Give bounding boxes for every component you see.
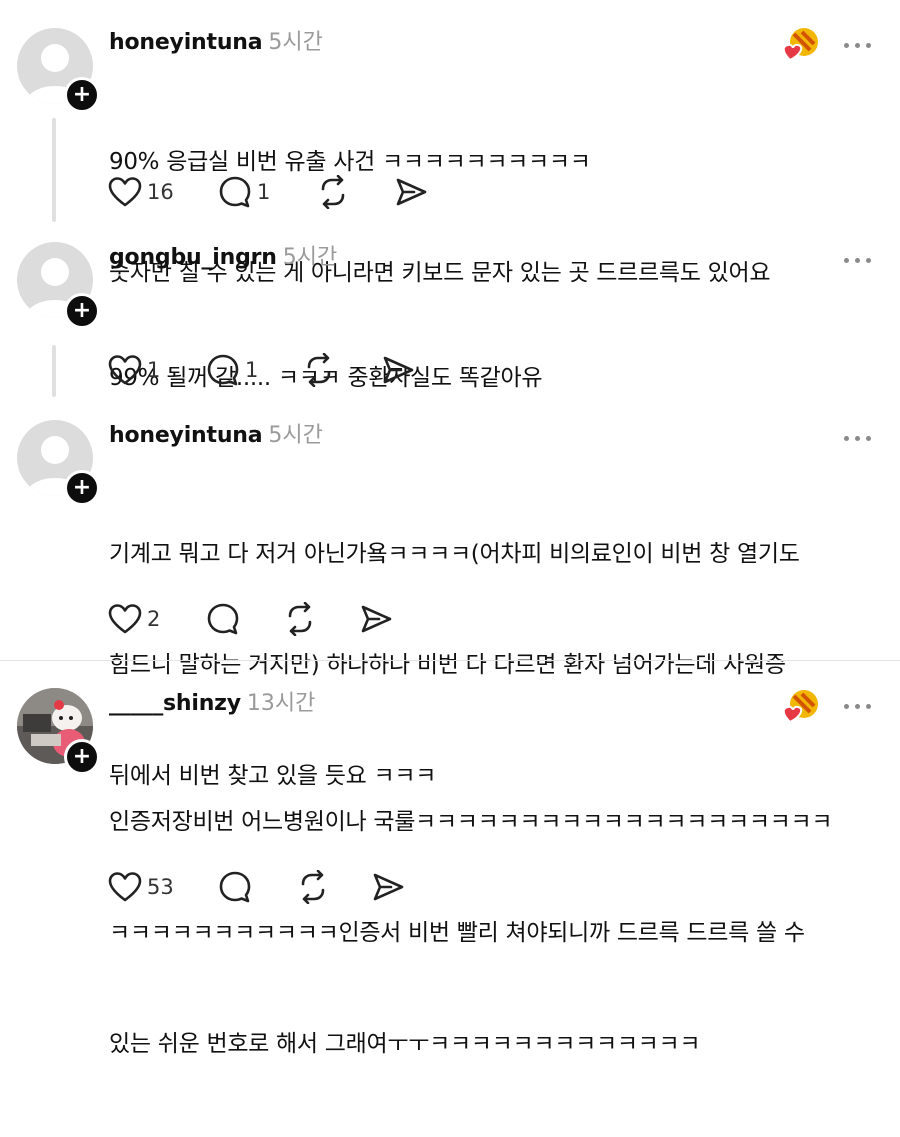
post-header: _____shinzy 13시간 — [109, 689, 315, 719]
share-button[interactable] — [394, 174, 428, 210]
like-button[interactable]: 1 — [108, 352, 160, 388]
post-1: + honeyintuna 5시간 90% 응급실 비번 유출 사건 ㅋㅋㅋㅋㅋㅋ… — [0, 0, 900, 286]
post-header: honeyintuna 5시간 — [109, 28, 323, 58]
more-options-button[interactable] — [844, 701, 872, 711]
comment-bubble-icon — [207, 354, 239, 386]
comment-bubble-icon — [219, 871, 251, 903]
send-icon — [373, 873, 404, 901]
heart-badge-icon — [782, 690, 818, 724]
timestamp: 13시간 — [246, 691, 316, 716]
heart-badge-icon — [782, 28, 818, 62]
plus-icon: + — [72, 298, 92, 323]
timestamp: 5시간 — [268, 423, 323, 448]
post-actions: 1 1 — [108, 352, 468, 388]
repost-icon — [307, 353, 331, 387]
more-options-button[interactable] — [844, 40, 872, 50]
send-icon — [396, 178, 427, 206]
reply-count: 1 — [257, 180, 271, 204]
plus-icon: + — [72, 475, 92, 500]
repost-icon — [288, 602, 312, 636]
post-header: gongbu_ingrn 5시간 — [109, 243, 337, 273]
more-options-button[interactable] — [844, 433, 872, 443]
repost-icon — [321, 175, 345, 209]
post-actions: 53 — [108, 869, 468, 905]
thread-line — [52, 118, 56, 222]
like-button[interactable]: 16 — [108, 174, 174, 210]
repost-button[interactable] — [296, 869, 330, 905]
comment-bubble-icon — [207, 603, 239, 635]
reply-button[interactable] — [218, 869, 257, 905]
repost-button[interactable] — [316, 174, 350, 210]
heart-icon — [108, 355, 142, 385]
heart-icon — [108, 872, 142, 902]
post-actions: 2 — [108, 601, 468, 637]
like-count: 2 — [147, 607, 161, 631]
body-line: 기계고 뭐고 다 저거 아닌가욬ㅋㅋㅋㅋ(어차피 비의료인이 비번 창 열기도 — [109, 541, 800, 567]
repost-icon — [301, 870, 325, 904]
send-icon — [383, 356, 414, 384]
comment-bubble-icon — [219, 176, 251, 208]
timestamp: 5시간 — [282, 245, 338, 270]
username[interactable]: honeyintuna — [109, 30, 263, 55]
username[interactable]: _____shinzy — [109, 691, 241, 716]
post-3: + honeyintuna 5시간 기계고 뭐고 다 저거 아닌가욬ㅋㅋㅋㅋ(어차… — [0, 414, 900, 789]
post-actions: 16 1 — [108, 174, 468, 210]
plus-icon: + — [72, 82, 92, 107]
plus-icon: + — [72, 744, 92, 769]
thread-line — [52, 345, 56, 397]
heart-icon — [108, 604, 142, 634]
share-button[interactable] — [381, 352, 415, 388]
username[interactable]: gongbu_ingrn — [109, 245, 277, 270]
reply-button[interactable]: 1 — [206, 352, 258, 388]
body-line: 있는 쉬운 번호로 해서 그래여ㅜㅜㅋㅋㅋㅋㅋㅋㅋㅋㅋㅋㅋㅋㅋ — [109, 1031, 701, 1057]
post-2: + gongbu_ingrn 5시간 99% 될꺼 같..... ㅋㅋㅋ 중환자실… — [0, 236, 900, 414]
username[interactable]: honeyintuna — [109, 423, 263, 448]
body-line: 인증저장비번 어느병원이나 국룰ㅋㅋㅋㅋㅋㅋㅋㅋㅋㅋㅋㅋㅋㅋㅋㅋㅋㅋㅋㅋ — [109, 809, 833, 835]
follow-button[interactable]: + — [64, 293, 100, 329]
like-count: 16 — [147, 180, 174, 204]
post-4: + _____shinzy 13시간 인증저장비번 어느병원이나 국룰ㅋㅋㅋㅋㅋㅋ… — [0, 661, 900, 1057]
reply-button[interactable]: 1 — [218, 174, 270, 210]
like-button[interactable]: 53 — [108, 869, 174, 905]
reply-button[interactable] — [206, 601, 245, 637]
like-count: 1 — [147, 358, 161, 382]
post-header: honeyintuna 5시간 — [109, 421, 323, 451]
send-icon — [361, 605, 392, 633]
repost-button[interactable] — [302, 352, 336, 388]
more-options-button[interactable] — [844, 255, 872, 265]
follow-button[interactable]: + — [64, 470, 100, 506]
post-body: 인증저장비번 어느병원이나 국룰ㅋㅋㅋㅋㅋㅋㅋㅋㅋㅋㅋㅋㅋㅋㅋㅋㅋㅋㅋㅋ ㅋㅋㅋ… — [109, 730, 879, 1137]
body-line: ㅋㅋㅋㅋㅋㅋㅋㅋㅋㅋㅋ인증서 비번 빨리 쳐야되니까 드르륵 드르륵 쓸 수 — [109, 920, 805, 946]
like-button[interactable]: 2 — [108, 601, 160, 637]
like-count: 53 — [147, 875, 174, 899]
follow-button[interactable]: + — [64, 739, 100, 775]
timestamp: 5시간 — [268, 30, 323, 55]
share-button[interactable] — [359, 601, 393, 637]
share-button[interactable] — [371, 869, 405, 905]
repost-button[interactable] — [283, 601, 317, 637]
follow-button[interactable]: + — [64, 77, 100, 113]
heart-icon — [108, 177, 142, 207]
reply-count: 1 — [245, 358, 259, 382]
